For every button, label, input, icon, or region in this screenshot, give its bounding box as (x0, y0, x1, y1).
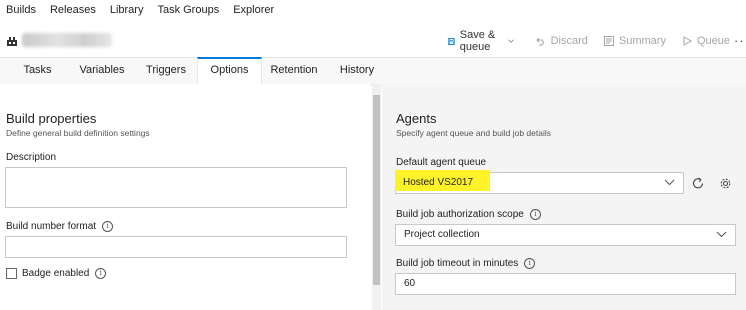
job-timeout-label-text: Build job timeout in minutes (396, 258, 519, 269)
save-queue-button[interactable]: Save & queue (448, 29, 520, 53)
job-timeout-input[interactable]: 60 (395, 273, 736, 295)
discard-icon (535, 37, 544, 46)
badge-enabled-label: Badge enabled i (22, 268, 107, 279)
nav-explorer[interactable]: Explorer (233, 4, 274, 16)
info-icon[interactable]: i (95, 268, 107, 279)
description-field[interactable] (5, 167, 347, 208)
queue-button[interactable]: Queue (682, 35, 730, 47)
tab-tasks[interactable]: Tasks (10, 58, 65, 84)
scrollbar-thumb[interactable] (373, 95, 380, 285)
definition-tabs: Tasks Variables Triggers Options Retenti… (0, 57, 746, 85)
gear-icon[interactable] (719, 177, 732, 190)
discard-label: Discard (550, 35, 588, 47)
build-number-format-input[interactable] (5, 236, 347, 258)
agent-queue-label-text: Default agent queue (396, 157, 487, 168)
definition-name-blurred (22, 33, 112, 47)
description-label-text: Description (6, 152, 57, 163)
auth-scope-value: Project collection (404, 229, 480, 240)
build-properties-subtitle: Define general build definition settings (6, 128, 150, 138)
job-timeout-label: Build job timeout in minutes i (396, 258, 536, 269)
top-nav: Builds Releases Library Task Groups Expl… (0, 0, 746, 20)
tab-retention[interactable]: Retention (265, 58, 323, 84)
more-actions-button[interactable]: ··· (734, 33, 746, 48)
summary-button[interactable]: Summary (603, 35, 666, 47)
save-icon (448, 37, 455, 45)
info-icon[interactable]: i (102, 221, 114, 232)
discard-button[interactable]: Discard (535, 35, 588, 47)
info-icon[interactable]: i (529, 209, 541, 220)
agents-subtitle: Specify agent queue and build job detail… (396, 128, 552, 138)
build-number-label: Build number format i (6, 221, 114, 232)
tab-history[interactable]: History (331, 58, 383, 84)
agents-title: Agents (396, 111, 437, 126)
nav-library[interactable]: Library (110, 4, 144, 16)
queue-play-icon (683, 36, 692, 46)
nav-task-groups[interactable]: Task Groups (157, 4, 219, 16)
auth-scope-select[interactable]: Project collection (395, 224, 736, 246)
auth-scope-label-text: Build job authorization scope (396, 209, 524, 220)
nav-releases[interactable]: Releases (50, 4, 96, 16)
build-number-label-text: Build number format (6, 221, 97, 232)
refresh-icon[interactable] (692, 177, 705, 190)
chevron-down-icon[interactable] (508, 37, 515, 45)
info-icon[interactable]: i (524, 258, 536, 269)
chevron-down-icon (716, 231, 727, 238)
chevron-down-icon (664, 179, 675, 186)
auth-scope-label: Build job authorization scope i (396, 209, 541, 220)
summary-label: Summary (618, 35, 666, 47)
definition-header: Save & queue Discard Summary Queue ·· (0, 27, 746, 55)
queue-label: Queue (696, 35, 730, 47)
toolbar: Save & queue Discard Summary Queue (448, 27, 746, 55)
tab-options[interactable]: Options (197, 57, 262, 85)
tab-variables[interactable]: Variables (73, 58, 131, 84)
description-label: Description (6, 152, 56, 163)
nav-builds[interactable]: Builds (6, 4, 36, 16)
badge-enabled-checkbox[interactable] (6, 268, 17, 279)
agent-queue-label: Default agent queue (396, 157, 486, 168)
tab-triggers[interactable]: Triggers (139, 58, 193, 84)
job-timeout-value: 60 (404, 278, 416, 289)
summary-icon (603, 36, 614, 46)
build-definition-icon (7, 37, 17, 46)
build-properties-title: Build properties (6, 111, 97, 126)
badge-enabled-label-text: Badge enabled (22, 268, 90, 279)
save-queue-label: Save & queue (459, 29, 496, 53)
agent-queue-value: Hosted VS2017 (403, 177, 474, 188)
